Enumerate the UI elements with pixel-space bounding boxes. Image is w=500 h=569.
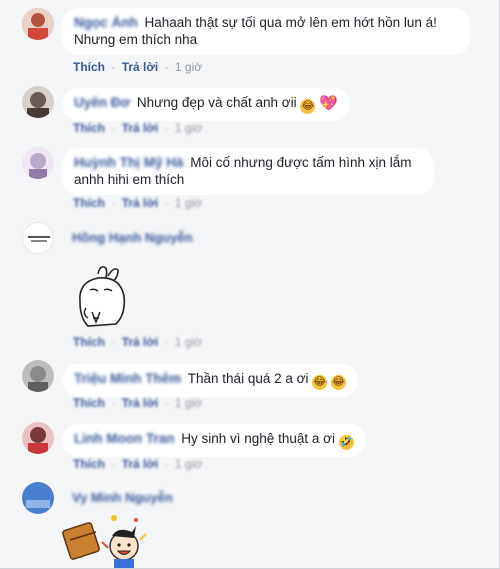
separator: · xyxy=(111,60,116,74)
like-link[interactable]: Thích xyxy=(73,60,105,74)
author-name[interactable]: Uyên Đơ xyxy=(74,95,130,110)
laughing-crying-emoji-icon: 😂 xyxy=(331,375,346,390)
comment-actions: Thích · Trả lời · 1 giờ xyxy=(73,457,202,471)
comment-actions: Thích · Trả lời · 1 giờ xyxy=(73,196,202,210)
separator: · xyxy=(164,396,169,410)
reply-link[interactable]: Trả lời xyxy=(122,196,159,210)
reply-link[interactable]: Trả lời xyxy=(122,457,159,471)
comment-text: Thần thái quá 2 a ơi xyxy=(187,371,309,386)
timestamp[interactable]: 1 giờ xyxy=(175,121,202,135)
laughing-crying-emoji-icon: 😂 xyxy=(312,375,328,390)
avatar[interactable] xyxy=(22,8,54,40)
comment-actions: Thích · Trả lời · 1 giờ xyxy=(73,396,202,410)
author-name[interactable]: Huỳnh Thị Mỹ Hà xyxy=(74,155,184,170)
comment-actions: Thích · Trả lời · 1 giờ xyxy=(73,335,202,349)
like-link[interactable]: Thích xyxy=(73,396,105,410)
avatar[interactable] xyxy=(22,222,54,254)
laughing-crying-emoji-icon: 😂 xyxy=(300,99,316,114)
avatar[interactable] xyxy=(22,422,54,454)
like-link[interactable]: Thích xyxy=(73,457,105,471)
separator: · xyxy=(111,335,116,349)
comment-bubble: Uyên Đơ Nhưng đẹp và chất anh ơii 😂 💖 xyxy=(62,88,350,121)
avatar[interactable] xyxy=(22,86,54,118)
reply-link[interactable]: Trả lời xyxy=(122,121,159,135)
avatar[interactable] xyxy=(22,147,54,179)
comment-actions: Thích · Trả lời · 1 giờ xyxy=(73,60,202,74)
comment-thread: Ngọc Ánh Hahaah thật sự tối qua mở lên e… xyxy=(0,0,500,569)
avatar[interactable] xyxy=(22,482,54,514)
timestamp[interactable]: 1 giờ xyxy=(175,60,202,74)
separator: · xyxy=(111,457,116,471)
author-name[interactable]: Hồng Hạnh Nguyễn xyxy=(72,230,193,245)
timestamp[interactable]: 1 giờ xyxy=(175,196,202,210)
author-name[interactable]: Vy Minh Nguyễn xyxy=(72,490,173,505)
separator: · xyxy=(111,196,116,210)
author-name[interactable]: Triệu Minh Thêm xyxy=(74,371,181,386)
separator: · xyxy=(164,457,169,471)
comment-bubble: Huỳnh Thị Mỹ Hà Môi cố nhưng được tấm hì… xyxy=(62,148,434,195)
timestamp[interactable]: 1 giờ xyxy=(175,457,202,471)
separator: · xyxy=(111,121,116,135)
like-link[interactable]: Thích xyxy=(73,335,105,349)
timestamp[interactable]: 1 giờ xyxy=(175,335,202,349)
comment-bubble: Linh Moon Tran Hy sinh vì nghệ thuật a ơ… xyxy=(62,424,366,457)
comment-text: Hy sinh vì nghệ thuật a ơi xyxy=(181,431,335,446)
gift-cartoon-sticker xyxy=(62,512,148,568)
reply-link[interactable]: Trả lời xyxy=(122,60,159,74)
separator: · xyxy=(111,396,116,410)
comment-actions: Thích · Trả lời · 1 giờ xyxy=(73,121,202,135)
timestamp[interactable]: 1 giờ xyxy=(175,396,202,410)
separator: · xyxy=(164,335,169,349)
heart-emoji-icon: 💖 xyxy=(319,95,338,112)
separator: · xyxy=(164,196,169,210)
comment-bubble: Triệu Minh Thêm Thần thái quá 2 a ơi 😂 😂 xyxy=(62,364,358,397)
author-name[interactable]: Ngọc Ánh xyxy=(74,15,138,30)
avatar[interactable] xyxy=(22,360,54,392)
author-name[interactable]: Linh Moon Tran xyxy=(74,431,175,446)
rofl-emoji-icon: 🤣 xyxy=(338,435,354,450)
comment-bubble: Ngọc Ánh Hahaah thật sự tối qua mở lên e… xyxy=(62,8,470,55)
reply-link[interactable]: Trả lời xyxy=(122,396,159,410)
like-link[interactable]: Thích xyxy=(73,121,105,135)
comment-text: Nhưng đẹp và chất anh ơii xyxy=(136,95,297,110)
separator: · xyxy=(164,60,169,74)
like-link[interactable]: Thích xyxy=(73,196,105,210)
separator: · xyxy=(164,121,169,135)
bunny-sticker xyxy=(68,262,138,332)
reply-link[interactable]: Trả lời xyxy=(122,335,159,349)
